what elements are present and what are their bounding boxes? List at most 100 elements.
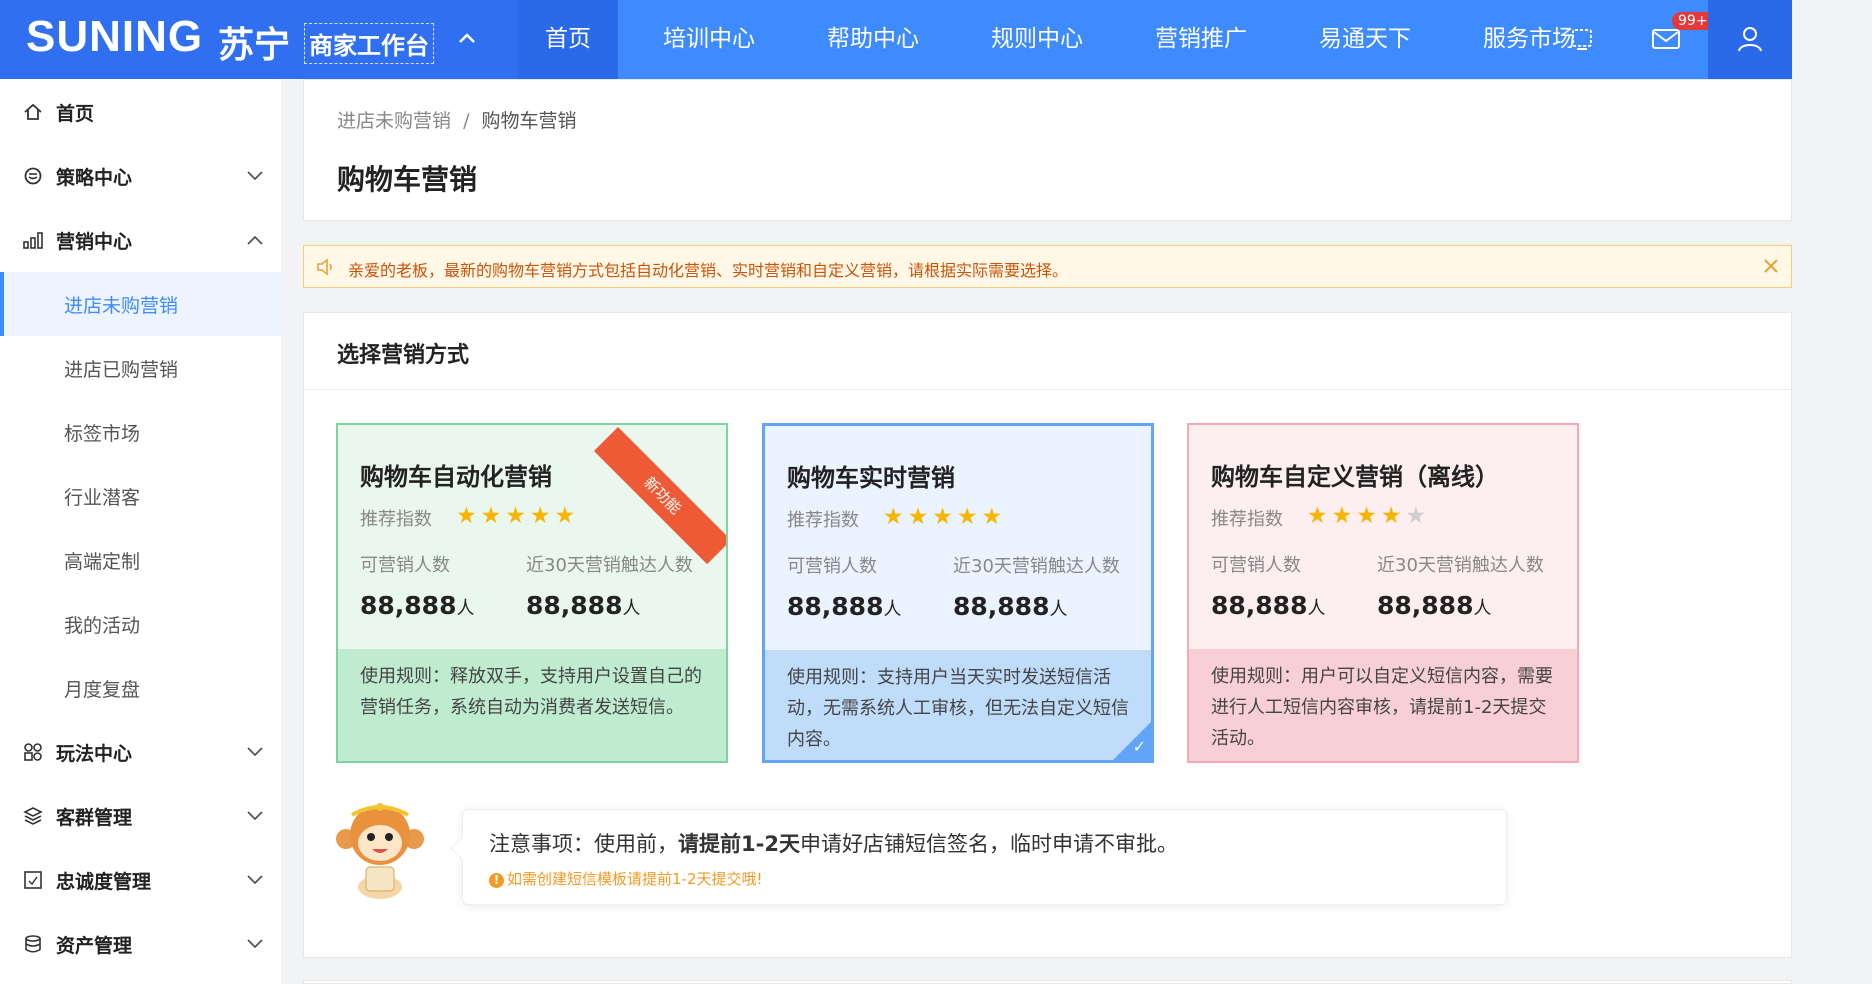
reached-30d-value: 88,888人 (1377, 591, 1492, 620)
logo-text: SUNING (26, 12, 204, 61)
user-menu[interactable] (1708, 0, 1792, 79)
nav-home[interactable]: 首页 (518, 0, 618, 79)
close-icon[interactable] (1761, 256, 1781, 280)
breadcrumb: 进店未购营销 / 购物车营销 (337, 106, 577, 133)
section-title: 选择营销方式 (337, 343, 470, 368)
page-header-panel: 进店未购营销 / 购物车营销 购物车营销 (303, 79, 1792, 221)
grid-icon (22, 741, 44, 763)
sidebar-item-label: 客群管理 (56, 806, 133, 829)
sidebar: 首页 策略中心 营销中心 进店未购营销 进店已购营销 标签市场 行业潜客 高端定… (0, 79, 281, 984)
tip-bubble: 注意事项：使用前，请提前1-2天申请好店铺短信签名，临时申请不审批。 ! 如需创建… (462, 809, 1507, 905)
chevron-up-icon[interactable] (458, 26, 476, 51)
nav-help[interactable]: 帮助中心 (800, 0, 946, 79)
marketing-method-panel: 选择营销方式 新功能 购物车自动化营销 推荐指数 ★★★★★ 可营销人数 近30… (303, 312, 1793, 958)
nav-marketing[interactable]: 营销推广 (1128, 0, 1274, 79)
card-title: 购物车自动化营销 (360, 463, 552, 491)
sidebar-item-marketing[interactable]: 营销中心 (0, 208, 281, 272)
rating-label: 推荐指数 (1211, 509, 1283, 530)
tip-main-text: 注意事项：使用前，请提前1-2天申请好店铺短信签名，临时申请不审批。 (489, 832, 1178, 856)
sidebar-sub-label: 标签市场 (64, 422, 141, 445)
star-icon: ★ (956, 504, 982, 530)
rating-label: 推荐指数 (360, 509, 432, 530)
notice-bar: 亲爱的老板，最新的购物车营销方式包括自动化营销、实时营销和自定义营销，请根据实际… (303, 245, 1792, 288)
reached-30d-value: 88,888人 (526, 591, 641, 620)
sidebar-item-label: 玩法中心 (56, 742, 133, 765)
bar-chart-icon (22, 229, 44, 251)
card-rules: 使用规则：释放双手，支持用户设置自己的营销任务，系统自动为消费者发送短信。 (338, 649, 726, 761)
reachable-count-value: 88,888人 (1211, 591, 1326, 620)
sidebar-item-loyalty[interactable]: 忠诚度管理 (0, 848, 281, 912)
reached-30d-value: 88,888人 (953, 592, 1068, 621)
sidebar-sub-my-activities[interactable]: 我的活动 (0, 592, 281, 656)
card-title: 购物车实时营销 (787, 464, 955, 492)
main-nav: 首页 培训中心 帮助中心 规则中心 营销推广 易通天下 服务市场 (518, 0, 1602, 79)
sidebar-item-label: 忠诚度管理 (56, 870, 152, 893)
sidebar-item-label: 营销中心 (56, 230, 133, 253)
sidebar-sub-tag-market[interactable]: 标签市场 (0, 400, 281, 464)
reached-30d-label: 近30天营销触达人数 (1377, 555, 1544, 576)
sidebar-item-assets[interactable]: 资产管理 (0, 912, 281, 976)
reachable-count-value: 88,888人 (787, 592, 902, 621)
sidebar-sub-label: 进店已购营销 (64, 358, 179, 381)
sidebar-item-label: 策略中心 (56, 166, 133, 189)
reachable-count-label: 可营销人数 (787, 556, 877, 577)
next-panel-edge (303, 980, 1792, 984)
sidebar-item-gameplay[interactable]: 玩法中心 (0, 720, 281, 784)
nav-rules[interactable]: 规则中心 (964, 0, 1110, 79)
reached-30d-label: 近30天营销触达人数 (953, 556, 1120, 577)
star-icon: ★ (1307, 503, 1332, 529)
rating-stars: ★★★★★ (883, 504, 1006, 530)
chevron-down-icon (246, 743, 264, 762)
chevron-down-icon (246, 871, 264, 890)
rating-stars: ★★★★★ (1307, 503, 1430, 529)
star-icon: ★ (505, 503, 530, 529)
breadcrumb-parent-link[interactable]: 进店未购营销 (337, 110, 451, 132)
sidebar-sub-industry-prospects[interactable]: 行业潜客 (0, 464, 281, 528)
star-icon: ★ (907, 504, 933, 530)
user-icon (1733, 22, 1767, 56)
card-title: 购物车自定义营销（离线） (1211, 463, 1499, 491)
workbench-label: 商家工作台 (304, 23, 434, 64)
logo-cn: 苏宁 (218, 25, 291, 66)
star-icon: ★ (456, 503, 481, 529)
sidebar-sub-label: 高端定制 (64, 550, 141, 573)
sidebar-sub-monthly-review[interactable]: 月度复盘 (0, 656, 281, 720)
card-realtime-marketing[interactable]: 购物车实时营销 推荐指数 ★★★★★ 可营销人数 近30天营销触达人数 88,8… (762, 423, 1154, 763)
logo-area[interactable]: SUNING 苏宁 商家工作台 (0, 0, 518, 79)
nav-yitong[interactable]: 易通天下 (1292, 0, 1438, 79)
star-icon: ★ (1356, 503, 1381, 529)
sidebar-sub-unpurchased[interactable]: 进店未购营销 (0, 272, 281, 336)
checkmark-icon: ✓ (1132, 737, 1146, 756)
sidebar-item-home[interactable]: 首页 (0, 80, 281, 144)
breadcrumb-current: 购物车营销 (481, 110, 577, 132)
notice-text: 亲爱的老板，最新的购物车营销方式包括自动化营销、实时营销和自定义营销，请根据实际… (348, 261, 1069, 280)
top-navbar: SUNING 苏宁 商家工作台 首页 培训中心 帮助中心 规则中心 营销推广 易… (0, 0, 1792, 79)
home-icon (22, 101, 44, 123)
chevron-down-icon (246, 807, 264, 826)
star-icon: ★ (1380, 503, 1406, 529)
sidebar-item-customer-groups[interactable]: 客群管理 (0, 784, 281, 848)
monitor-icon[interactable] (1565, 22, 1599, 56)
card-custom-marketing[interactable]: 购物车自定义营销（离线） 推荐指数 ★★★★★ 可营销人数 近30天营销触达人数… (1187, 423, 1579, 763)
sidebar-sub-purchased[interactable]: 进店已购营销 (0, 336, 281, 400)
rating-stars: ★★★★★ (456, 503, 579, 529)
sidebar-sub-label: 进店未购营销 (64, 294, 179, 317)
card-rules: 使用规则：用户可以自定义短信内容，需要进行人工短信内容审核，请提前1-2天提交活… (1189, 649, 1577, 761)
page-title: 购物车营销 (337, 163, 478, 196)
card-rules: 使用规则：支持用户当天实时发送短信活动，无需系统人工审核，但无法自定义短信内容。 (765, 650, 1151, 760)
sidebar-sub-label: 我的活动 (64, 614, 141, 637)
reachable-count-label: 可营销人数 (360, 555, 450, 576)
sidebar-item-strategy[interactable]: 策略中心 (0, 144, 281, 208)
new-feature-ribbon: 新功能 (593, 427, 726, 565)
mascot-illustration (332, 797, 428, 901)
warning-icon: ! (489, 873, 504, 888)
card-auto-marketing[interactable]: 新功能 购物车自动化营销 推荐指数 ★★★★★ 可营销人数 近30天营销触达人数… (336, 423, 728, 763)
sidebar-sub-label: 月度复盘 (64, 678, 141, 701)
star-icon: ★ (554, 503, 580, 529)
nav-training[interactable]: 培训中心 (636, 0, 782, 79)
tip-sub-text: ! 如需创建短信模板请提前1-2天提交哦! (489, 868, 763, 889)
sidebar-item-label: 首页 (56, 102, 95, 125)
database-icon (22, 933, 44, 955)
sidebar-sub-premium-custom[interactable]: 高端定制 (0, 528, 281, 592)
speaker-icon (315, 257, 337, 281)
